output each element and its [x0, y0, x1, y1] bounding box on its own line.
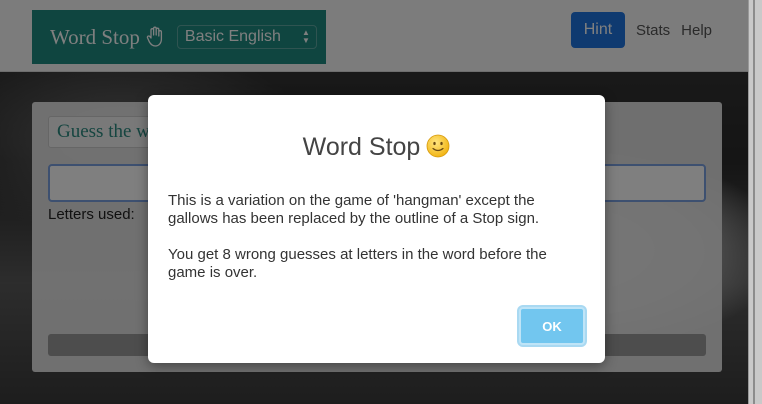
- modal-title-text: Word Stop: [302, 133, 421, 161]
- ok-button[interactable]: OK: [519, 307, 585, 345]
- modal-title: Word Stop: [148, 133, 605, 162]
- modal-paragraph-2: You get 8 wrong guesses at letters in th…: [168, 246, 547, 281]
- smiley-icon: [426, 134, 450, 158]
- modal-paragraph-1: This is a variation on the game of 'hang…: [168, 192, 540, 227]
- modal-body: This is a variation on the game of 'hang…: [168, 192, 588, 282]
- window-edge: [748, 0, 762, 404]
- help-modal: Word Stop This is a variation on the gam…: [148, 95, 605, 363]
